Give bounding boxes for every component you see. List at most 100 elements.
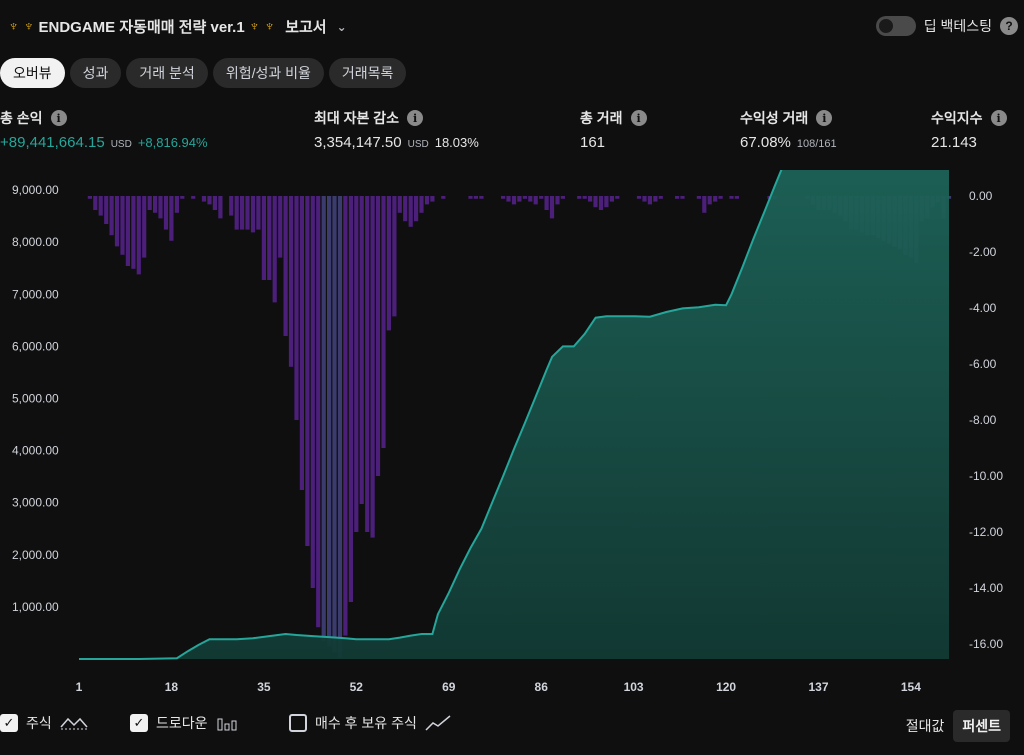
chevron-down-icon[interactable]: ⌄ [337, 20, 347, 34]
drawdown-bar [332, 196, 337, 653]
drawdown-bar [734, 196, 739, 199]
drawdown-bar [147, 196, 152, 210]
stat-total-trades: 총 거래 i 161 [580, 108, 647, 151]
drawdown-bar [430, 196, 435, 202]
info-icon[interactable]: i [990, 110, 1007, 126]
equity-checkbox[interactable]: ✓ [0, 714, 18, 732]
y-tick-label-left: 5,000.00 [12, 392, 59, 406]
info-icon[interactable]: i [50, 110, 67, 126]
net-profit-pct: +8,816.94% [137, 135, 208, 150]
drawdown-bar [201, 196, 207, 202]
total-trades-value: 161 [580, 134, 606, 151]
drawdown-checkbox[interactable]: ✓ [130, 714, 148, 732]
drawdown-legend-label: 드로다운 [156, 715, 208, 731]
profit-factor-value: 21.143 [931, 134, 977, 151]
drawdown-bar [511, 196, 517, 205]
drawdown-bar [348, 196, 353, 602]
line-icon [60, 717, 88, 730]
info-icon[interactable]: i [630, 110, 647, 126]
drawdown-bar [397, 196, 402, 213]
drawdown-bar [87, 196, 92, 199]
drawdown-bar [375, 196, 381, 476]
drawdown-bar [642, 196, 647, 202]
y-tick-label-left: 8,000.00 [12, 235, 59, 249]
deep-backtest-toggle[interactable] [875, 16, 916, 36]
report-title[interactable]: ♆ ♆ ENDGAME 자동매매 전략 ver.1 ♆ ♆ 보고서 ⌄ [8, 16, 347, 37]
drawdown-bar [658, 196, 663, 199]
bar-icon [217, 718, 237, 731]
info-icon[interactable]: i [407, 110, 424, 126]
stat-label: 수익성 거래 [740, 110, 809, 126]
x-tick-label: 137 [808, 680, 828, 694]
tab-performance[interactable]: 성과 [69, 58, 122, 88]
trident-icon: ♆ [8, 18, 20, 35]
drawdown-bar [142, 196, 147, 258]
y-tick-label-left: 4,000.00 [12, 444, 59, 458]
tab-trade-analysis[interactable]: 거래 분석 [126, 58, 208, 88]
drawdown-bar [153, 196, 158, 213]
drawdown-bar [158, 196, 163, 219]
drawdown-bar [544, 196, 549, 210]
drawdown-bar [680, 196, 685, 199]
drawdown-bar [593, 196, 598, 208]
percent-mode-button[interactable]: 퍼센트 [953, 710, 1010, 742]
equity-area [79, 170, 949, 659]
x-tick-label: 18 [165, 680, 179, 694]
legend-drawdown[interactable]: ✓ 드로다운 [130, 713, 240, 733]
stat-profit-factor: 수익지수 i 21.143 [931, 108, 1007, 151]
y-tick-label-right: -2.00 [969, 245, 997, 259]
drawdown-bar [707, 196, 712, 205]
drawdown-bar [240, 196, 245, 230]
drawdown-bar [229, 196, 234, 216]
absolute-mode-button[interactable]: 절대값 [897, 710, 954, 742]
drawdown-bar [354, 196, 359, 532]
tab-overview[interactable]: 오버뷰 [0, 58, 65, 88]
drawdown-bar [647, 196, 652, 205]
help-icon[interactable]: ? [1000, 17, 1018, 35]
y-tick-label-left: 6,000.00 [12, 339, 59, 353]
y-tick-label-right: -4.00 [969, 301, 997, 315]
drawdown-bar [702, 196, 707, 213]
legend-buy-hold[interactable]: 매수 후 보유 주식 [289, 713, 451, 733]
deep-backtest-control: 딥 백테스팅 ? [875, 16, 1018, 36]
drawdown-bar [533, 196, 538, 205]
y-tick-label-left: 3,000.00 [12, 496, 59, 510]
drawdown-bar [555, 196, 560, 205]
buy-hold-checkbox[interactable] [289, 714, 307, 732]
equity-drawdown-chart[interactable]: 9,000.00 8,000.00 7,000.00 6,000.00 5,000.00… [0, 170, 1024, 700]
drawdown-bar [381, 196, 386, 448]
x-tick-label: 86 [535, 680, 549, 694]
drawdown-bar [501, 196, 506, 199]
profitable-ratio: 108/161 [796, 138, 837, 150]
info-icon[interactable]: i [816, 110, 833, 126]
value-mode-switch: 절대값 퍼센트 [897, 710, 1010, 742]
x-tick-label: 69 [442, 680, 456, 694]
drawdown-bar [577, 196, 582, 199]
drawdown-bar [365, 196, 370, 532]
drawdown-bar [419, 196, 424, 213]
drawdown-bar [414, 196, 419, 222]
drawdown-bar [718, 196, 723, 199]
drawdown-bar [696, 196, 701, 199]
y-tick-label-right: -16.00 [969, 637, 1003, 651]
report-tabs: 오버뷰 성과 거래 분석 위험/성과 비율 거래목록 [0, 58, 407, 88]
x-tick-label: 154 [901, 680, 921, 694]
trend-line-icon [425, 715, 451, 731]
drawdown-bar [528, 196, 533, 202]
drawdown-bar [256, 196, 261, 230]
tab-trade-list[interactable]: 거래목록 [328, 58, 407, 88]
legend-equity[interactable]: ✓ 주식 [0, 713, 88, 733]
drawdown-bar [468, 196, 473, 199]
drawdown-bar [174, 196, 179, 213]
drawdown-bar [131, 196, 136, 269]
drawdown-bar [169, 196, 174, 241]
drawdown-bar [234, 196, 239, 230]
drawdown-bar [337, 196, 343, 658]
equity-legend-label: 주식 [26, 715, 52, 731]
drawdown-bar [294, 196, 299, 420]
y-tick-label-right: -10.00 [969, 469, 1003, 483]
drawdown-bar [250, 196, 256, 233]
tab-risk-ratios[interactable]: 위험/성과 비율 [212, 58, 324, 88]
x-tick-label: 1 [76, 680, 83, 694]
drawdown-bar [93, 196, 98, 210]
